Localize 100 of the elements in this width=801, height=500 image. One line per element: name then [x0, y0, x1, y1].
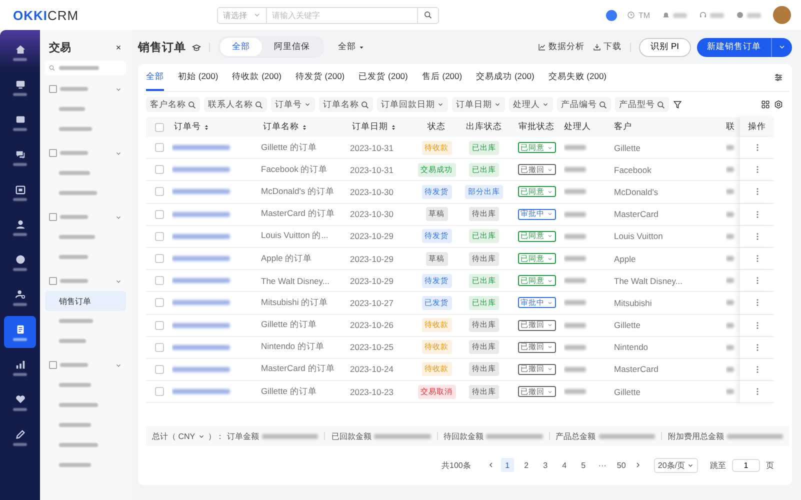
recognize-pi-button[interactable]: 识别 PI: [638, 38, 691, 56]
scope-dropdown[interactable]: 全部: [332, 40, 371, 54]
page-size-select[interactable]: 20条/页: [654, 458, 698, 473]
segment-tab[interactable]: 阿里信保: [262, 38, 322, 56]
status-tab[interactable]: 初始 (200): [178, 64, 218, 91]
clock-icon[interactable]: [627, 11, 636, 19]
caret-icon: [546, 233, 552, 240]
chevron-right-icon[interactable]: [634, 461, 642, 470]
status-tab[interactable]: 售后 (200): [422, 64, 462, 91]
caret-icon: [546, 300, 552, 306]
row-checkbox[interactable]: [154, 342, 164, 352]
filter-chip[interactable]: 订单名称: [319, 97, 373, 112]
order-name: Apple 的订单: [261, 252, 312, 265]
status-tab[interactable]: 待发货 (200): [295, 64, 345, 91]
blurred-handler-name: [564, 389, 586, 394]
search-icon: [424, 11, 432, 19]
order-date: 2023-10-31: [350, 164, 394, 175]
summary-item-label: 订单金额: [227, 430, 260, 442]
status-tab[interactable]: 已发货 (200): [358, 64, 408, 91]
row-checkbox[interactable]: [154, 165, 164, 174]
search-icon: [657, 100, 665, 108]
blurred-handler-name: [564, 256, 586, 262]
row-checkbox[interactable]: [154, 210, 164, 219]
customer-name: Nintendo: [614, 342, 648, 352]
page-button[interactable]: 50: [614, 458, 628, 472]
page-button[interactable]: 1: [500, 458, 514, 472]
blurred-label: [710, 12, 724, 18]
page-button[interactable]: 2: [520, 458, 533, 472]
blurred-contact: [726, 167, 734, 172]
blurred-amount: [374, 434, 430, 439]
filter-chip[interactable]: 联系人名称: [204, 97, 267, 112]
customer-name: Apple: [614, 254, 636, 264]
caret-icon[interactable]: [198, 432, 206, 440]
filter-icon[interactable]: [673, 100, 682, 109]
filter-chip[interactable]: 订单回款日期: [377, 97, 448, 112]
row-checkbox[interactable]: [154, 364, 164, 374]
summary-label: 总计（ CNY: [152, 430, 196, 442]
blurred-contact: [726, 322, 734, 328]
row-checkbox[interactable]: [154, 254, 164, 264]
menu-search-field[interactable]: [45, 61, 126, 75]
graduation-cap-icon[interactable]: [192, 42, 201, 52]
sort-icon[interactable]: [390, 124, 397, 130]
filter-chip[interactable]: 订单日期: [452, 97, 505, 112]
order-name: Louis Vuitton 的...: [261, 230, 328, 242]
select-all-checkbox[interactable]: [154, 122, 164, 132]
bell-icon[interactable]: [662, 11, 670, 19]
filter-chip[interactable]: 订单号: [271, 97, 315, 112]
row-checkbox[interactable]: [154, 276, 164, 286]
menu-item[interactable]: 销售订单: [45, 291, 126, 311]
blurred-contact: [726, 256, 734, 262]
row-checkbox[interactable]: [154, 320, 164, 330]
caret-icon: [115, 362, 122, 368]
filter-chip[interactable]: 产品编号: [557, 97, 611, 112]
close-icon[interactable]: [115, 44, 122, 51]
blurred-handler-name: [564, 189, 586, 194]
blurred-contact: [726, 234, 734, 239]
order-date: 2023-10-30: [350, 186, 394, 197]
column-header: 审批状态: [518, 121, 554, 133]
page-button[interactable]: 5: [576, 458, 590, 472]
sort-icon[interactable]: [301, 124, 308, 130]
row-checkbox[interactable]: [154, 387, 164, 396]
search-icon: [361, 100, 369, 108]
home-icon: [14, 44, 26, 54]
filter-chip[interactable]: 处理人: [509, 97, 553, 112]
caret-icon: [358, 44, 365, 50]
rail-item[interactable]: [4, 316, 36, 348]
sliders-icon[interactable]: [774, 73, 783, 82]
filter-chip[interactable]: 产品型号: [615, 97, 669, 112]
grid-icon[interactable]: [761, 100, 770, 109]
blurred-order-number: [172, 145, 230, 150]
logo[interactable]: OKKICRM: [13, 8, 217, 22]
filter-chip[interactable]: 客户名称: [146, 97, 200, 112]
page-button[interactable]: 3: [538, 458, 552, 472]
chevron-left-icon[interactable]: [486, 461, 495, 470]
segmented-control[interactable]: 全部 阿里信保: [218, 36, 324, 58]
data-analysis-button[interactable]: 数据分析: [538, 41, 585, 53]
row-checkbox[interactable]: [154, 143, 164, 152]
sort-icon[interactable]: [203, 124, 210, 130]
download-button[interactable]: 下载: [592, 41, 622, 53]
page-button[interactable]: 4: [558, 458, 571, 472]
status-tab[interactable]: 交易成功 (200): [476, 64, 534, 91]
avatar[interactable]: [773, 6, 791, 24]
customer-name: Gillette: [614, 320, 640, 330]
blurred-handler-name: [564, 366, 586, 372]
blurred-amount: [262, 434, 318, 439]
row-checkbox[interactable]: [154, 187, 164, 196]
blurred-handler-name: [564, 278, 586, 284]
page-button[interactable]: ···: [596, 458, 609, 472]
search-icon: [599, 100, 607, 108]
segment-tab[interactable]: 全部: [220, 38, 262, 56]
caret-icon: [546, 322, 552, 328]
jump-input[interactable]: 1: [732, 458, 760, 472]
status-tab[interactable]: 全部: [146, 64, 164, 91]
headset-icon[interactable]: [699, 11, 707, 19]
settings-icon[interactable]: [774, 100, 783, 109]
row-checkbox[interactable]: [154, 298, 164, 308]
search-icon: [188, 100, 196, 108]
status-tab[interactable]: 交易失败 (200): [548, 64, 607, 91]
row-checkbox[interactable]: [154, 232, 164, 241]
status-tab[interactable]: 待收款 (200): [232, 64, 282, 91]
